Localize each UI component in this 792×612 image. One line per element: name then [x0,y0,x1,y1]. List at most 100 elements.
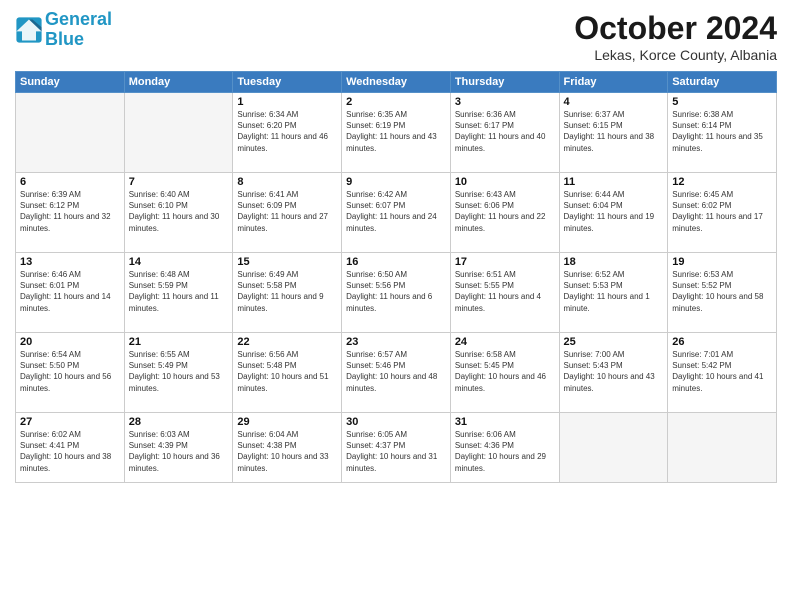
day-info: Sunrise: 6:57 AM Sunset: 5:46 PM Dayligh… [346,349,446,394]
day-number: 22 [237,336,337,348]
calendar-cell: 30Sunrise: 6:05 AM Sunset: 4:37 PM Dayli… [342,413,451,483]
weekday-header: Monday [124,72,233,93]
logo: General Blue [15,10,112,50]
day-number: 6 [20,176,120,188]
day-info: Sunrise: 6:36 AM Sunset: 6:17 PM Dayligh… [455,109,555,154]
calendar-week-row: 27Sunrise: 6:02 AM Sunset: 4:41 PM Dayli… [16,413,777,483]
calendar-cell: 22Sunrise: 6:56 AM Sunset: 5:48 PM Dayli… [233,333,342,413]
day-number: 1 [237,96,337,108]
day-number: 15 [237,256,337,268]
calendar-cell: 24Sunrise: 6:58 AM Sunset: 5:45 PM Dayli… [450,333,559,413]
day-info: Sunrise: 6:50 AM Sunset: 5:56 PM Dayligh… [346,269,446,314]
calendar-cell: 7Sunrise: 6:40 AM Sunset: 6:10 PM Daylig… [124,173,233,253]
calendar-cell: 9Sunrise: 6:42 AM Sunset: 6:07 PM Daylig… [342,173,451,253]
day-info: Sunrise: 6:49 AM Sunset: 5:58 PM Dayligh… [237,269,337,314]
calendar-cell: 10Sunrise: 6:43 AM Sunset: 6:06 PM Dayli… [450,173,559,253]
day-number: 17 [455,256,555,268]
day-info: Sunrise: 6:54 AM Sunset: 5:50 PM Dayligh… [20,349,120,394]
calendar-cell: 13Sunrise: 6:46 AM Sunset: 6:01 PM Dayli… [16,253,125,333]
day-number: 3 [455,96,555,108]
month-title: October 2024 [574,10,777,47]
calendar-cell: 31Sunrise: 6:06 AM Sunset: 4:36 PM Dayli… [450,413,559,483]
calendar-week-row: 1Sunrise: 6:34 AM Sunset: 6:20 PM Daylig… [16,93,777,173]
calendar-cell: 2Sunrise: 6:35 AM Sunset: 6:19 PM Daylig… [342,93,451,173]
day-info: Sunrise: 6:41 AM Sunset: 6:09 PM Dayligh… [237,189,337,234]
calendar-cell: 16Sunrise: 6:50 AM Sunset: 5:56 PM Dayli… [342,253,451,333]
day-info: Sunrise: 6:43 AM Sunset: 6:06 PM Dayligh… [455,189,555,234]
calendar-cell: 1Sunrise: 6:34 AM Sunset: 6:20 PM Daylig… [233,93,342,173]
day-info: Sunrise: 6:48 AM Sunset: 5:59 PM Dayligh… [129,269,229,314]
day-info: Sunrise: 6:52 AM Sunset: 5:53 PM Dayligh… [564,269,664,314]
calendar-cell [16,93,125,173]
day-info: Sunrise: 6:38 AM Sunset: 6:14 PM Dayligh… [672,109,772,154]
day-info: Sunrise: 6:45 AM Sunset: 6:02 PM Dayligh… [672,189,772,234]
day-number: 16 [346,256,446,268]
calendar-table: SundayMondayTuesdayWednesdayThursdayFrid… [15,71,777,483]
calendar-cell: 17Sunrise: 6:51 AM Sunset: 5:55 PM Dayli… [450,253,559,333]
day-info: Sunrise: 6:55 AM Sunset: 5:49 PM Dayligh… [129,349,229,394]
day-info: Sunrise: 6:35 AM Sunset: 6:19 PM Dayligh… [346,109,446,154]
location-title: Lekas, Korce County, Albania [574,47,777,63]
calendar-cell: 26Sunrise: 7:01 AM Sunset: 5:42 PM Dayli… [668,333,777,413]
calendar-cell: 4Sunrise: 6:37 AM Sunset: 6:15 PM Daylig… [559,93,668,173]
day-info: Sunrise: 7:00 AM Sunset: 5:43 PM Dayligh… [564,349,664,394]
day-info: Sunrise: 6:04 AM Sunset: 4:38 PM Dayligh… [237,429,337,474]
day-info: Sunrise: 6:56 AM Sunset: 5:48 PM Dayligh… [237,349,337,394]
calendar-cell: 18Sunrise: 6:52 AM Sunset: 5:53 PM Dayli… [559,253,668,333]
day-number: 30 [346,416,446,428]
day-number: 25 [564,336,664,348]
calendar-cell: 28Sunrise: 6:03 AM Sunset: 4:39 PM Dayli… [124,413,233,483]
day-number: 7 [129,176,229,188]
day-number: 4 [564,96,664,108]
day-info: Sunrise: 6:51 AM Sunset: 5:55 PM Dayligh… [455,269,555,314]
day-number: 11 [564,176,664,188]
calendar-cell: 5Sunrise: 6:38 AM Sunset: 6:14 PM Daylig… [668,93,777,173]
day-info: Sunrise: 6:02 AM Sunset: 4:41 PM Dayligh… [20,429,120,474]
page: General Blue October 2024 Lekas, Korce C… [0,0,792,612]
weekday-header: Friday [559,72,668,93]
calendar-week-row: 13Sunrise: 6:46 AM Sunset: 6:01 PM Dayli… [16,253,777,333]
day-number: 20 [20,336,120,348]
weekday-header: Sunday [16,72,125,93]
calendar-cell: 25Sunrise: 7:00 AM Sunset: 5:43 PM Dayli… [559,333,668,413]
calendar-cell: 23Sunrise: 6:57 AM Sunset: 5:46 PM Dayli… [342,333,451,413]
day-info: Sunrise: 6:46 AM Sunset: 6:01 PM Dayligh… [20,269,120,314]
calendar-cell: 8Sunrise: 6:41 AM Sunset: 6:09 PM Daylig… [233,173,342,253]
calendar-cell [559,413,668,483]
day-number: 18 [564,256,664,268]
weekday-header: Thursday [450,72,559,93]
calendar-cell: 12Sunrise: 6:45 AM Sunset: 6:02 PM Dayli… [668,173,777,253]
day-info: Sunrise: 6:39 AM Sunset: 6:12 PM Dayligh… [20,189,120,234]
calendar-cell: 15Sunrise: 6:49 AM Sunset: 5:58 PM Dayli… [233,253,342,333]
weekday-header: Wednesday [342,72,451,93]
logo-text: General Blue [45,10,112,50]
calendar-cell: 20Sunrise: 6:54 AM Sunset: 5:50 PM Dayli… [16,333,125,413]
calendar-cell: 19Sunrise: 6:53 AM Sunset: 5:52 PM Dayli… [668,253,777,333]
day-number: 2 [346,96,446,108]
day-info: Sunrise: 6:06 AM Sunset: 4:36 PM Dayligh… [455,429,555,474]
day-number: 24 [455,336,555,348]
logo-general: General [45,9,112,29]
day-number: 10 [455,176,555,188]
day-number: 21 [129,336,229,348]
day-info: Sunrise: 6:03 AM Sunset: 4:39 PM Dayligh… [129,429,229,474]
day-number: 26 [672,336,772,348]
calendar-cell: 6Sunrise: 6:39 AM Sunset: 6:12 PM Daylig… [16,173,125,253]
logo-icon [15,16,43,44]
day-number: 13 [20,256,120,268]
day-number: 12 [672,176,772,188]
day-number: 8 [237,176,337,188]
day-number: 5 [672,96,772,108]
day-number: 23 [346,336,446,348]
day-number: 19 [672,256,772,268]
day-info: Sunrise: 6:58 AM Sunset: 5:45 PM Dayligh… [455,349,555,394]
day-info: Sunrise: 6:34 AM Sunset: 6:20 PM Dayligh… [237,109,337,154]
calendar-cell [668,413,777,483]
calendar-cell: 11Sunrise: 6:44 AM Sunset: 6:04 PM Dayli… [559,173,668,253]
day-info: Sunrise: 6:44 AM Sunset: 6:04 PM Dayligh… [564,189,664,234]
day-number: 31 [455,416,555,428]
calendar-header-row: SundayMondayTuesdayWednesdayThursdayFrid… [16,72,777,93]
day-number: 14 [129,256,229,268]
calendar-week-row: 6Sunrise: 6:39 AM Sunset: 6:12 PM Daylig… [16,173,777,253]
calendar-week-row: 20Sunrise: 6:54 AM Sunset: 5:50 PM Dayli… [16,333,777,413]
